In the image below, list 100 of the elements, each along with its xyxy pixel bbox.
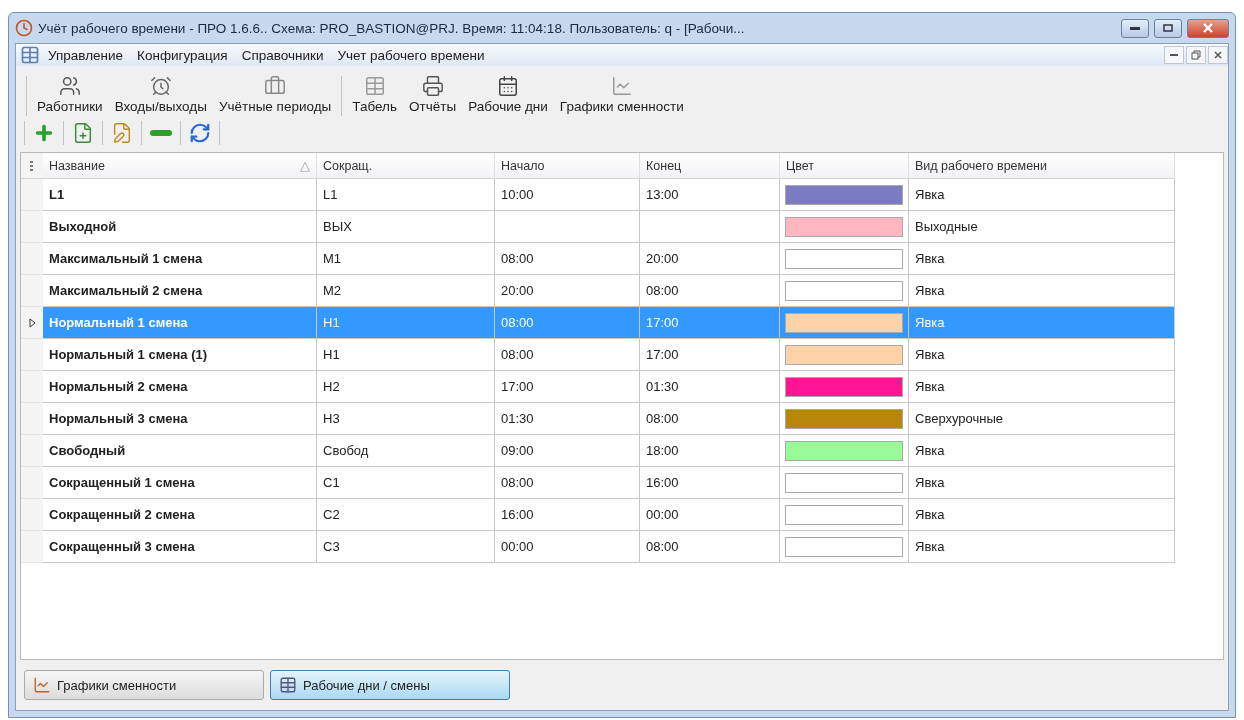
table-cell: Н1 (317, 307, 495, 339)
maximize-button[interactable] (1154, 18, 1182, 38)
tab[interactable]: Рабочие дни / смены (270, 670, 510, 700)
table-cell: Сокращенный 1 смена (43, 467, 317, 499)
table-cell: М2 (317, 275, 495, 307)
column-header[interactable]: Начало (495, 153, 640, 179)
column-title: Конец (646, 158, 682, 173)
table-cell: 00:00 (640, 499, 780, 531)
table-cell: Явка (909, 307, 1175, 339)
table-cell: 17:00 (640, 339, 780, 371)
restore-icon (1191, 50, 1201, 60)
column-title: Начало (501, 158, 545, 173)
table-cell: 13:00 (640, 179, 780, 211)
table-cell: 09:00 (495, 435, 640, 467)
table-cell: 16:00 (495, 499, 640, 531)
minimize-icon (1130, 26, 1140, 30)
column-header[interactable]: Цвет (780, 153, 909, 179)
grip-icon (30, 160, 34, 171)
table-cell: L1 (317, 179, 495, 211)
column-header[interactable]: Сокращ. (317, 153, 495, 179)
table-cell: Сокращенный 3 смена (43, 531, 317, 563)
table-cell: 18:00 (640, 435, 780, 467)
table-cell: 08:00 (640, 403, 780, 435)
close-button[interactable] (1187, 18, 1229, 38)
table-cell: L1 (43, 179, 317, 211)
table-cell: 08:00 (495, 467, 640, 499)
column-title: Цвет (786, 158, 814, 173)
column-header[interactable]: Название △ (43, 153, 317, 179)
refresh-icon (189, 122, 211, 144)
menu-item[interactable]: Управление (42, 45, 130, 65)
table-cell: 17:00 (495, 371, 640, 403)
edit-file-icon (111, 122, 133, 144)
column-header[interactable]: Вид рабочего времени (909, 153, 1175, 179)
row-header[interactable] (21, 307, 43, 339)
table-cell: С1 (317, 467, 495, 499)
table-cell: Н1 (317, 339, 495, 371)
table-cell: 20:00 (495, 275, 640, 307)
table-cell: 08:00 (495, 339, 640, 371)
toolbar-button[interactable]: Табель (346, 73, 403, 116)
minimize-button[interactable] (1164, 46, 1184, 64)
chart-icon (33, 676, 51, 694)
table-cell: Явка (909, 499, 1175, 531)
table-cell: 08:00 (495, 307, 640, 339)
app-icon (20, 45, 40, 65)
table-cell: 01:30 (495, 403, 640, 435)
menu-item[interactable]: Конфигурация (131, 45, 234, 65)
toolbar-button[interactable]: Входы/выходы (108, 73, 213, 116)
table-cell: Н3 (317, 403, 495, 435)
table-icon (279, 676, 297, 694)
table-icon (363, 75, 386, 97)
sort-indicator: △ (300, 158, 310, 173)
table-cell: Сокращенный 2 смена (43, 499, 317, 531)
new-file-icon (72, 122, 94, 144)
toolbar-button[interactable]: Работники (31, 73, 109, 116)
table-cell: 08:00 (640, 275, 780, 307)
table-cell: Свобод (317, 435, 495, 467)
column-header[interactable]: Конец (640, 153, 780, 179)
table-cell: Явка (909, 339, 1175, 371)
toolbar-button[interactable]: Рабочие дни (462, 73, 554, 116)
table-cell: Явка (909, 179, 1175, 211)
briefcase-icon (264, 75, 287, 97)
maximize-icon (1163, 24, 1173, 32)
table-cell: Выходные (909, 211, 1175, 243)
table-cell: 08:00 (495, 243, 640, 275)
toolbar-button[interactable]: Графики сменности (553, 73, 690, 116)
table-cell: С2 (317, 499, 495, 531)
menu-item[interactable]: Справочники (235, 45, 330, 65)
close-button[interactable] (1208, 46, 1228, 64)
table-cell: М1 (317, 243, 495, 275)
column-title: Вид рабочего времени (915, 158, 1047, 173)
table-cell: Явка (909, 435, 1175, 467)
table-cell: Н2 (317, 371, 495, 403)
table-cell: 00:00 (495, 531, 640, 563)
toolbar-button[interactable]: Отчёты (403, 73, 463, 116)
restore-button[interactable] (1186, 46, 1206, 64)
table-cell: С3 (317, 531, 495, 563)
close-icon (1202, 23, 1214, 33)
table-cell: Явка (909, 531, 1175, 563)
table-cell: 20:00 (640, 243, 780, 275)
table-cell: Явка (909, 467, 1175, 499)
minimize-icon (1170, 54, 1178, 56)
table-cell: 10:00 (495, 179, 640, 211)
tab[interactable]: Графики сменности (24, 670, 264, 700)
close-icon (1213, 50, 1223, 60)
window-title: Учёт рабочего времени - ПРО 1.6.6.. Схема: PRO_BASTION@PRJ. Время: 11:04:18. Пользователь: q - [Рабочи... (38, 20, 746, 36)
chart-icon (610, 75, 633, 97)
minimize-button[interactable] (1121, 18, 1149, 38)
table-cell: Выходной (43, 211, 317, 243)
table-cell: Свободный (43, 435, 317, 467)
menu-item[interactable]: Учет рабочего времени (331, 45, 491, 65)
toolbar-button[interactable]: Учётные периоды (212, 73, 338, 116)
table-cell: 08:00 (640, 531, 780, 563)
table-cell: Нормальный 1 смена (1) (43, 339, 317, 371)
printer-icon (421, 75, 444, 97)
column-title: Название (49, 158, 105, 173)
table-cell: Максимальный 2 смена (43, 275, 317, 307)
table-cell: 17:00 (640, 307, 780, 339)
users-icon (58, 75, 81, 97)
table-cell: Нормальный 2 смена (43, 371, 317, 403)
table-cell: Сверхурочные (909, 403, 1175, 435)
